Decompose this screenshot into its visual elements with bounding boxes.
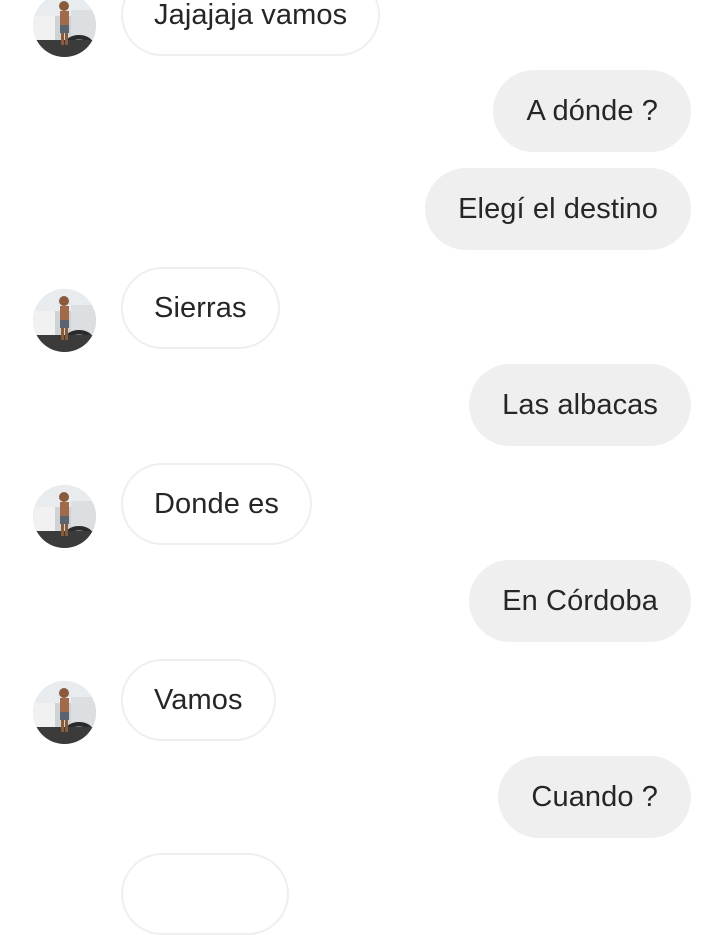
message-text: En Córdoba	[502, 584, 658, 617]
message-text: Cuando ?	[531, 780, 658, 813]
outgoing-message-bubble[interactable]: A dónde ?	[493, 70, 691, 152]
profile-photo-icon	[33, 0, 96, 57]
outgoing-message-bubble[interactable]: En Córdoba	[469, 560, 691, 642]
message-text: Donde es	[154, 487, 279, 520]
message-thread[interactable]: Jajajaja vamos A dónde ? Elegí el destin…	[0, 0, 720, 935]
incoming-message-bubble[interactable]: Jajajaja vamos	[121, 0, 381, 56]
contact-avatar[interactable]	[33, 289, 96, 352]
incoming-message-bubble[interactable]: Sierras	[121, 267, 280, 349]
outgoing-message-bubble[interactable]: Elegí el destino	[425, 168, 691, 250]
message-text: Elegí el destino	[458, 192, 658, 225]
message-text: A dónde ?	[526, 94, 658, 127]
profile-photo-icon	[33, 681, 96, 744]
message-text: Vamos	[154, 683, 243, 716]
contact-avatar[interactable]	[33, 0, 96, 57]
contact-avatar[interactable]	[33, 681, 96, 744]
message-text: Sierras	[154, 291, 247, 324]
contact-avatar[interactable]	[33, 485, 96, 548]
incoming-message-bubble[interactable]: Vamos	[121, 659, 276, 741]
message-text: Las albacas	[502, 388, 658, 421]
message-text: Jajajaja vamos	[154, 0, 348, 31]
profile-photo-icon	[33, 485, 96, 548]
incoming-message-bubble[interactable]: Donde es	[121, 463, 312, 545]
incoming-message-bubble[interactable]	[121, 853, 289, 935]
profile-photo-icon	[33, 289, 96, 352]
outgoing-message-bubble[interactable]: Cuando ?	[498, 756, 691, 838]
outgoing-message-bubble[interactable]: Las albacas	[469, 364, 691, 446]
